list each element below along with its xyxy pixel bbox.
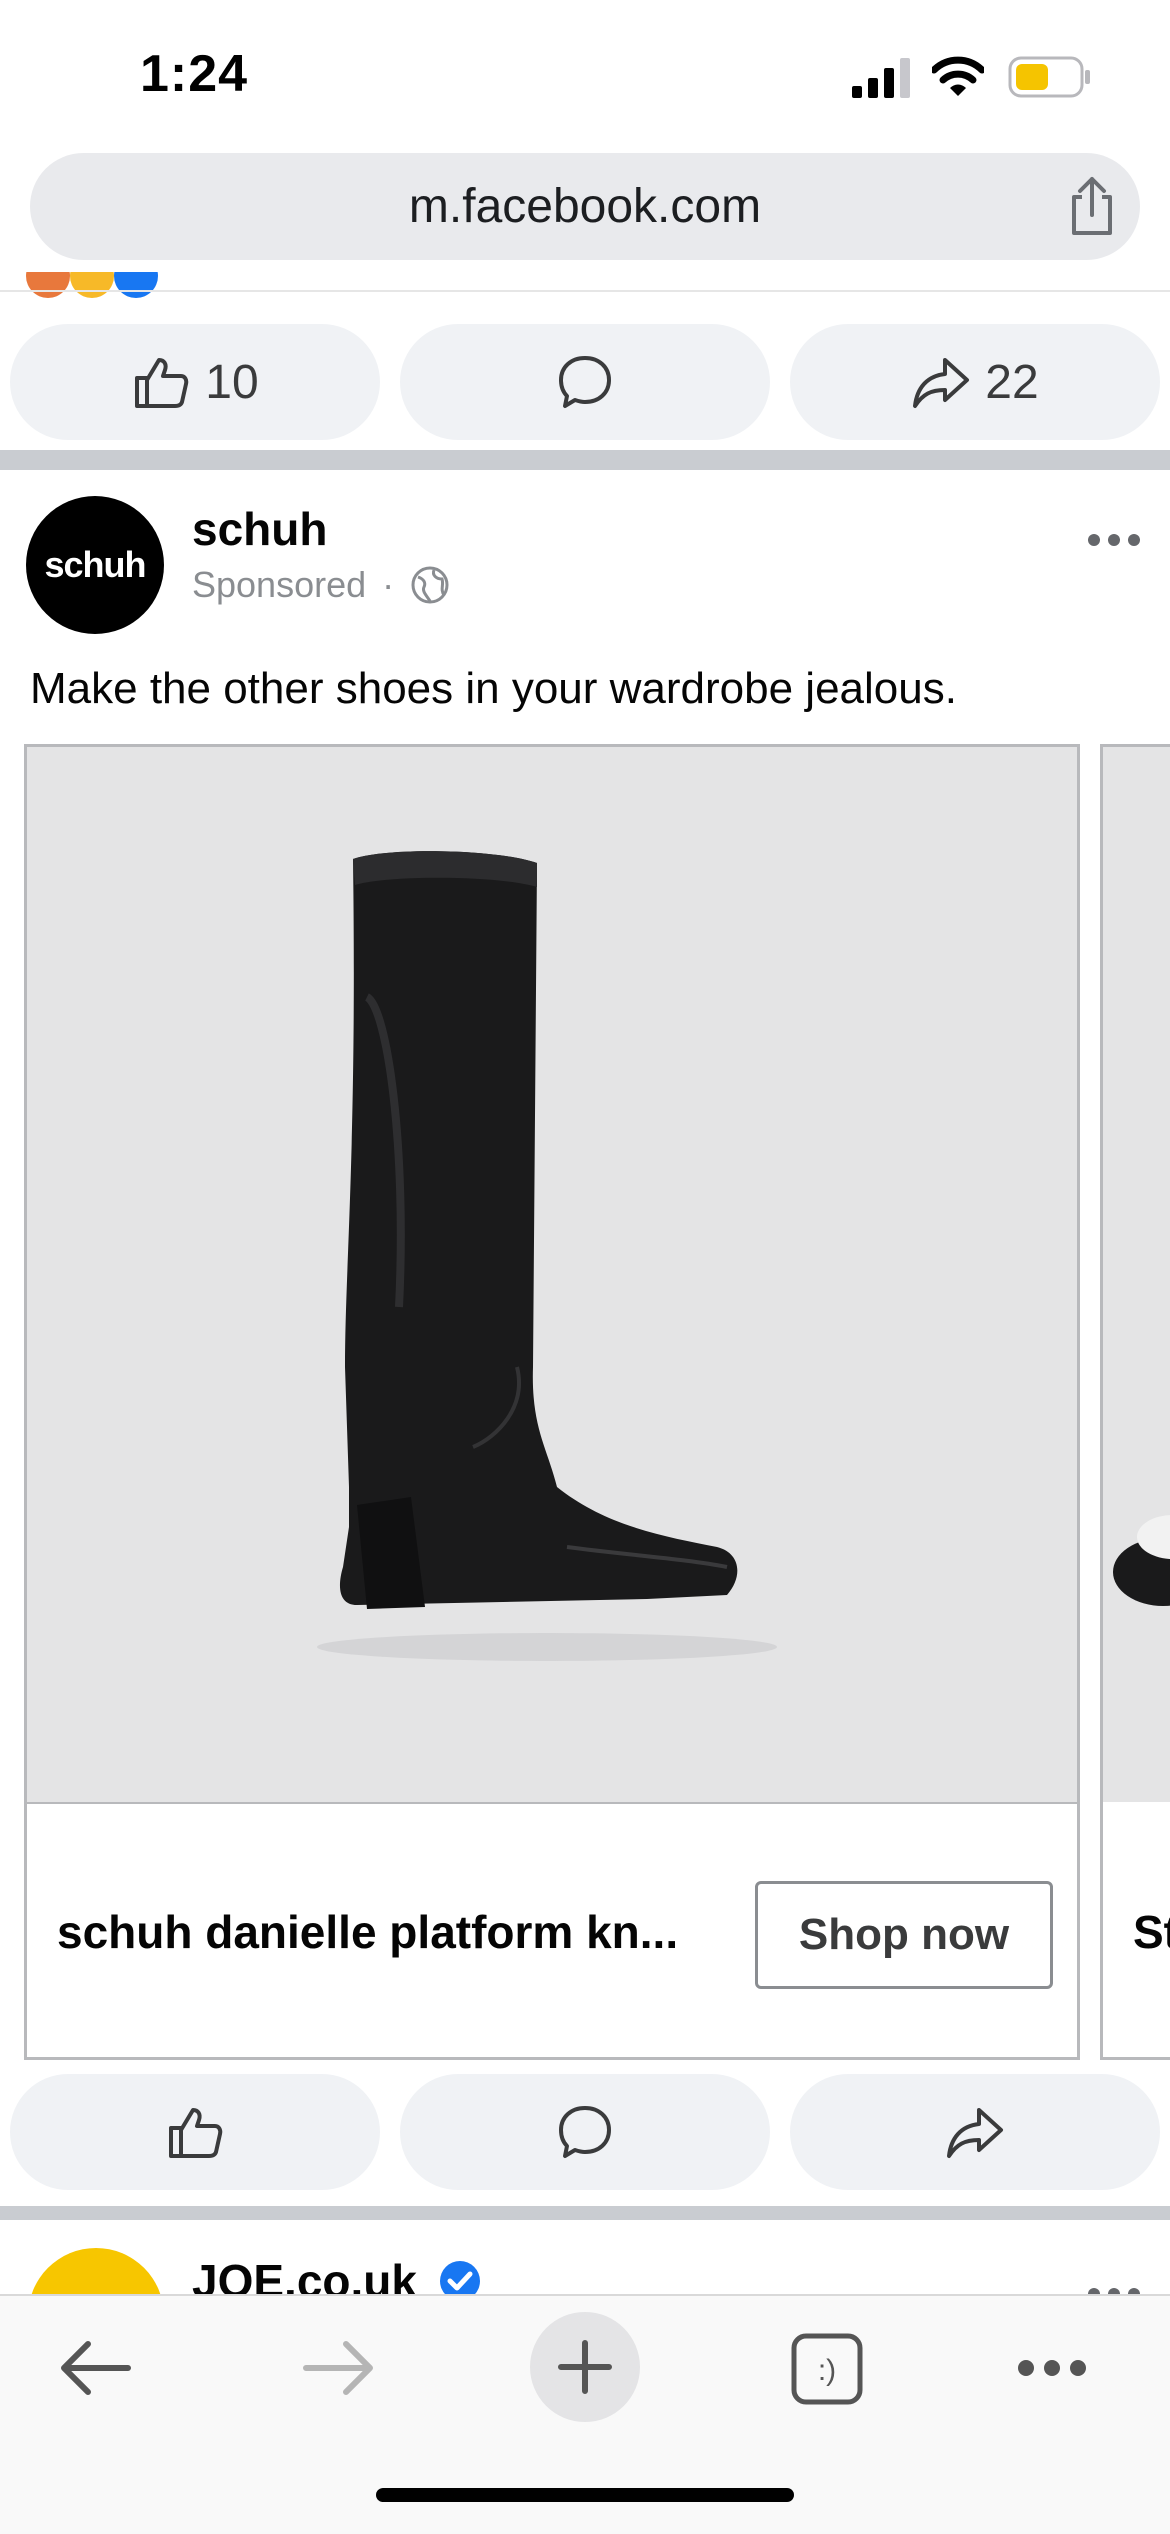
comment-icon [559,356,611,408]
share-button[interactable]: 22 [790,324,1160,440]
like-button[interactable] [10,2074,380,2190]
back-icon[interactable] [58,2338,132,2398]
share-arrow-icon [947,2108,1003,2158]
reaction-icons [26,272,176,306]
status-bar: 1:24 [0,0,1170,150]
more-icon[interactable] [1086,530,1142,550]
svg-text::): :) [818,2354,836,2387]
like-icon [169,2108,223,2158]
new-tab-icon [558,2340,612,2394]
shop-now-button[interactable]: Shop now [755,1881,1053,1989]
status-time: 1:24 [140,45,249,103]
product-image[interactable] [27,747,1077,1802]
battery-icon [1008,56,1090,98]
comment-button[interactable] [400,2074,770,2190]
product-title[interactable]: schuh danielle platform kn... [57,1905,717,1959]
forward-icon[interactable] [302,2338,376,2398]
divider [0,290,1170,292]
address-bar[interactable]: m.facebook.com [30,153,1140,260]
share-button[interactable] [790,2074,1160,2190]
card-divider [27,1802,1077,1804]
post-separator [0,2206,1170,2220]
post-separator [0,450,1170,470]
signal-icon [852,58,910,98]
like-icon [135,358,189,408]
share-icon[interactable] [1060,175,1124,239]
carousel-card[interactable]: schuh danielle platform kn... Shop now [24,744,1080,2060]
globe-icon [411,566,449,604]
sponsored-meta: Sponsored · [192,564,450,606]
sponsored-label: Sponsored [192,564,367,605]
avatar-logo-text: schuh [44,544,146,585]
product-title-next[interactable]: St [1133,1905,1170,1959]
new-tab-button[interactable] [530,2312,640,2422]
page-name[interactable]: schuh [192,502,327,556]
post-caption: Make the other shoes in your wardrobe je… [30,664,957,713]
like-button[interactable]: 10 [10,324,380,440]
comment-icon [559,2106,611,2158]
url-text[interactable]: m.facebook.com [30,153,1140,260]
share-count: 22 [985,355,1039,409]
carousel-card-next[interactable]: St [1100,744,1170,2060]
dot-separator: · [382,564,395,605]
page-avatar[interactable]: schuh [26,496,164,634]
like-count: 10 [205,355,259,409]
shoe-image-next [1113,1515,1170,1606]
home-indicator [376,2488,794,2502]
boot-image [317,851,777,1661]
wifi-icon [932,56,984,96]
share-arrow-icon [913,358,970,408]
product-image-next[interactable] [1103,747,1170,1802]
tabs-icon[interactable]: :) [790,2332,864,2406]
menu-icon[interactable] [1016,2356,1088,2380]
comment-button[interactable] [400,324,770,440]
